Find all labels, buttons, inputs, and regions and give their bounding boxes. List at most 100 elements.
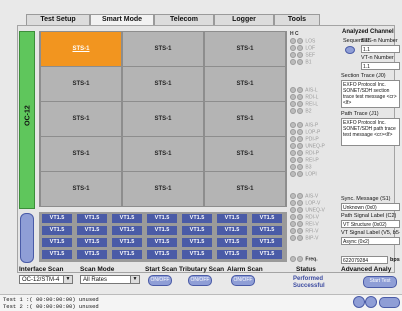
scan-mode-select[interactable]: All Rates ▼ — [80, 275, 140, 284]
status-led — [290, 136, 296, 142]
tab-telecom[interactable]: Telecom — [154, 14, 214, 25]
vt-cell[interactable]: VT1.5 — [112, 214, 142, 223]
alarm-scan-button[interactable]: ON/OFF — [231, 275, 255, 286]
vt-cell[interactable]: VT1.5 — [182, 214, 212, 223]
sts-n-field[interactable]: 1.1 — [361, 45, 400, 53]
sts-cell[interactable]: STS-1 — [123, 32, 203, 66]
vt-cell[interactable]: VT1.5 — [77, 226, 107, 235]
sts-cell[interactable]: STS-1 — [205, 102, 285, 136]
tributary-scan-label: Tributary Scan — [179, 266, 225, 273]
vt-scroll-knob[interactable] — [20, 213, 34, 263]
nav-back-button[interactable] — [353, 296, 365, 308]
vt-cell[interactable]: VT1.5 — [252, 250, 282, 259]
alarm-label: PDI-P — [305, 136, 319, 143]
vt-signal-field[interactable]: Async (0x2) — [341, 237, 400, 245]
alarm-label: AIS-V — [305, 193, 319, 200]
sts-cell[interactable]: STS-1 — [205, 67, 285, 101]
status-led — [297, 59, 303, 65]
oc-label: OC-12 — [24, 105, 32, 126]
status-led — [297, 143, 303, 149]
vt-cell[interactable]: VT1.5 — [147, 250, 177, 259]
alarm-label: REI-V — [305, 221, 319, 228]
vt-cell[interactable]: VT1.5 — [182, 226, 212, 235]
status-led — [297, 193, 303, 199]
vt-cell[interactable]: VT1.5 — [42, 250, 72, 259]
vt-cell[interactable]: VT1.5 — [42, 226, 72, 235]
vt-cell[interactable]: VT1.5 — [42, 214, 72, 223]
alarm-label: REI-P — [305, 157, 319, 164]
vt-cell[interactable]: VT1.5 — [112, 250, 142, 259]
sts-cell[interactable]: STS-1 — [41, 172, 121, 206]
path-signal-label: Path Signal Label (C2) — [341, 213, 397, 219]
alarm-label: RDI-V — [305, 214, 320, 221]
status-led — [297, 108, 303, 114]
status-led — [290, 200, 296, 206]
sts-cell[interactable]: STS-1 — [41, 32, 121, 66]
sts-cell[interactable]: STS-1 — [41, 67, 121, 101]
status-label: Status — [296, 266, 316, 273]
exit-button[interactable] — [379, 297, 400, 308]
vt-cell[interactable]: VT1.5 — [112, 238, 142, 247]
analyzed-title: Analyzed Channel — [342, 29, 394, 35]
status-led — [297, 171, 303, 177]
vt-cell[interactable]: VT1.5 — [182, 238, 212, 247]
vt-cell[interactable]: VT1.5 — [252, 214, 282, 223]
nav-forward-button[interactable] — [365, 296, 377, 308]
vt-cell[interactable]: VT1.5 — [112, 226, 142, 235]
status-led — [290, 256, 296, 262]
status-led — [290, 129, 296, 135]
alarm-label: UNEQ-V — [305, 207, 325, 214]
sts-cell[interactable]: STS-1 — [123, 67, 203, 101]
tab-smart-mode[interactable]: Smart Mode — [90, 14, 154, 25]
alarm-indicator: LOPI — [290, 171, 360, 178]
tab-test-setup[interactable]: Test Setup — [26, 14, 90, 25]
vt-cell[interactable]: VT1.5 — [217, 214, 247, 223]
vt-cell[interactable]: VT1.5 — [77, 250, 107, 259]
alarm-scan-label: Alarm Scan — [227, 266, 263, 273]
path-signal-field[interactable]: VT Structure (0x02) — [341, 220, 400, 228]
sts-grid: STS-1 STS-1 STS-1 STS-1 STS-1 STS-1 STS-… — [39, 31, 287, 207]
vt-cell[interactable]: VT1.5 — [42, 238, 72, 247]
sts-cell[interactable]: STS-1 — [123, 137, 203, 171]
status-led — [297, 157, 303, 163]
interface-scan-select[interactable]: OC-12/STM-4 ▼ — [19, 275, 73, 284]
start-scan-button[interactable]: ON/OFF — [148, 275, 172, 286]
vt-cell[interactable]: VT1.5 — [77, 214, 107, 223]
status-led — [290, 38, 296, 44]
sts-cell[interactable]: STS-1 — [205, 137, 285, 171]
tributary-scan-button[interactable]: ON/OFF — [188, 275, 212, 286]
section-trace-field[interactable]: EXFO Protocol Inc. SONET/SDH section tra… — [341, 80, 400, 108]
vt-cell[interactable]: VT1.5 — [217, 250, 247, 259]
vt-cell[interactable]: VT1.5 — [217, 238, 247, 247]
start-test-button[interactable]: Start Test — [363, 276, 397, 288]
alarm-label: AIS-P — [305, 122, 319, 129]
sts-cell[interactable]: STS-1 — [123, 102, 203, 136]
freq-label-text: Freq. — [305, 256, 318, 263]
status-led — [297, 87, 303, 93]
vt-cell[interactable]: VT1.5 — [147, 226, 177, 235]
sts-cell[interactable]: STS-1 — [205, 32, 285, 66]
vt-cell[interactable]: VT1.5 — [217, 226, 247, 235]
vt-cell[interactable]: VT1.5 — [77, 238, 107, 247]
freq-field: 622079284 — [341, 256, 388, 264]
status-led — [290, 207, 296, 213]
vt-cell[interactable]: VT1.5 — [252, 238, 282, 247]
vt-cell[interactable]: VT1.5 — [252, 226, 282, 235]
oc-level-bar: OC-12 — [19, 31, 35, 209]
status-led — [290, 45, 296, 51]
sts-cell[interactable]: STS-1 — [41, 102, 121, 136]
sts-cell[interactable]: STS-1 — [205, 172, 285, 206]
alarm-label: BIP-V — [305, 235, 319, 242]
tab-logger[interactable]: Logger — [214, 14, 274, 25]
sequential-toggle[interactable] — [345, 46, 355, 54]
vt-cell[interactable]: VT1.5 — [147, 214, 177, 223]
sts-cell[interactable]: STS-1 — [41, 137, 121, 171]
alarm-label: B1 — [305, 59, 312, 66]
sts-cell[interactable]: STS-1 — [123, 172, 203, 206]
sync-field[interactable]: Unknown (0x0) — [341, 203, 400, 211]
vt-n-field[interactable]: 1.1 — [361, 62, 400, 70]
path-trace-field[interactable]: EXFO Protocol Inc. SONET/SDH path trace … — [341, 118, 400, 146]
vt-cell[interactable]: VT1.5 — [182, 250, 212, 259]
vt-cell[interactable]: VT1.5 — [147, 238, 177, 247]
tab-tools[interactable]: Tools — [274, 14, 320, 25]
